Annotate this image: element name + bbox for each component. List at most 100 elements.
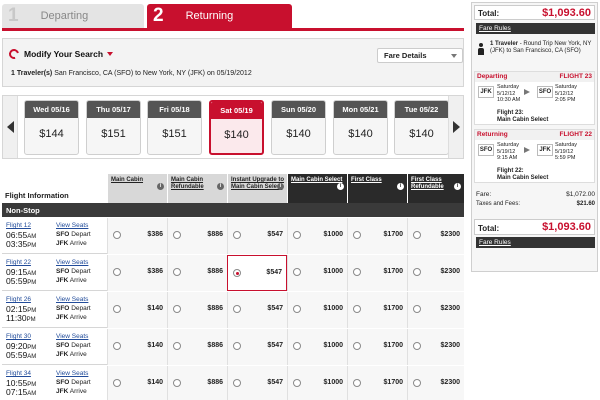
info-icon[interactable]: i [337, 183, 344, 190]
fare-cell[interactable]: $547 [227, 366, 287, 400]
date-option[interactable]: Wed 05/16 $144 [24, 100, 79, 155]
info-icon[interactable]: i [277, 183, 284, 190]
fare-cell[interactable]: $140 [107, 292, 167, 328]
fare-radio[interactable] [173, 268, 181, 276]
fare-radio[interactable] [353, 231, 361, 239]
fare-cell[interactable]: $1000 [287, 366, 347, 400]
fare-cell[interactable]: $386 [107, 255, 167, 291]
fare-column-header[interactable]: First Class i [347, 174, 407, 203]
fare-radio[interactable] [293, 342, 301, 350]
fare-cell[interactable]: $1000 [287, 218, 347, 254]
fare-cell[interactable]: $2300 [407, 329, 464, 365]
fare-radio[interactable] [113, 379, 121, 387]
previous-dates-button[interactable] [3, 96, 18, 158]
airport-code: SFO [56, 268, 70, 275]
view-seats-link[interactable]: View Seats [56, 370, 88, 377]
fare-radio[interactable] [353, 379, 361, 387]
fare-cell[interactable]: $2300 [407, 218, 464, 254]
fare-cell[interactable]: $1000 [287, 329, 347, 365]
fare-column-header[interactable]: Instant Upgrade to Main Cabin Select i [227, 174, 287, 203]
view-seats-link[interactable]: View Seats [56, 222, 88, 229]
fare-details-dropdown[interactable]: Fare Details [377, 48, 463, 63]
fare-radio[interactable] [173, 379, 181, 387]
fare-cell[interactable]: $140 [107, 329, 167, 365]
fare-cell[interactable]: $886 [167, 366, 227, 400]
flight-number-link[interactable]: Flight 30 [6, 333, 31, 340]
fare-radio[interactable] [233, 342, 241, 350]
fare-price: $386 [147, 268, 163, 275]
fare-radio[interactable] [413, 342, 421, 350]
fare-cell[interactable]: $886 [167, 329, 227, 365]
info-icon[interactable]: i [217, 183, 224, 190]
step-returning-tab[interactable]: 2 Returning [147, 4, 292, 28]
date-option[interactable]: Thu 05/17 $151 [86, 100, 141, 155]
fare-cell[interactable]: $886 [167, 292, 227, 328]
date-option[interactable]: Mon 05/21 $140 [333, 100, 388, 155]
fare-radio[interactable] [233, 231, 241, 239]
fare-cell[interactable]: $2300 [407, 366, 464, 400]
fare-column-header[interactable]: Main Cabin Refundable i [167, 174, 227, 203]
fare-radio[interactable] [353, 342, 361, 350]
flight-number-link[interactable]: Flight 22 [6, 259, 31, 266]
fare-radio[interactable] [113, 342, 121, 350]
fare-cell[interactable]: $547 [227, 218, 287, 254]
fare-cell[interactable]: $2300 [407, 255, 464, 291]
fare-cell[interactable]: $886 [167, 218, 227, 254]
fare-radio[interactable] [113, 268, 121, 276]
fare-radio[interactable] [293, 231, 301, 239]
date-option[interactable]: Tue 05/22 $140 [394, 100, 449, 155]
fare-cell[interactable]: $1700 [347, 218, 407, 254]
step-departing-tab[interactable]: 1 Departing [2, 4, 144, 28]
info-icon[interactable]: i [397, 183, 404, 190]
fare-cell[interactable]: $886 [167, 255, 227, 291]
fare-radio[interactable] [173, 342, 181, 350]
fare-radio[interactable] [293, 268, 301, 276]
fare-radio[interactable] [173, 231, 181, 239]
flight-number-link[interactable]: Flight 12 [6, 222, 31, 229]
fare-cell[interactable]: $547 [227, 255, 287, 291]
fare-cell[interactable]: $1700 [347, 255, 407, 291]
fare-column-header[interactable]: Main Cabin Select i [287, 174, 347, 203]
arrow-left-icon [6, 121, 14, 133]
flight-number-link[interactable]: Flight 26 [6, 296, 31, 303]
fare-cell[interactable]: $547 [227, 292, 287, 328]
fare-radio[interactable] [233, 305, 241, 313]
fare-radio[interactable] [233, 269, 241, 277]
view-seats-link[interactable]: View Seats [56, 259, 88, 266]
fare-radio[interactable] [413, 268, 421, 276]
modify-search-button[interactable]: Modify Your Search [7, 47, 114, 61]
fare-cell[interactable]: $1700 [347, 292, 407, 328]
fare-cell[interactable]: $547 [227, 329, 287, 365]
fare-cell[interactable]: $140 [107, 366, 167, 400]
fare-cell[interactable]: $386 [107, 218, 167, 254]
fare-radio[interactable] [233, 379, 241, 387]
fare-cell[interactable]: $2300 [407, 292, 464, 328]
fare-rules-link[interactable]: Fare Rules [476, 237, 595, 248]
next-dates-button[interactable] [448, 96, 463, 158]
fare-radio[interactable] [353, 305, 361, 313]
fare-radio[interactable] [113, 305, 121, 313]
fare-cell[interactable]: $1700 [347, 329, 407, 365]
fare-radio[interactable] [293, 305, 301, 313]
fare-rules-link[interactable]: Fare Rules [476, 23, 595, 34]
fare-radio[interactable] [413, 305, 421, 313]
fare-radio[interactable] [413, 379, 421, 387]
fare-radio[interactable] [173, 305, 181, 313]
view-seats-link[interactable]: View Seats [56, 296, 88, 303]
fare-radio[interactable] [293, 379, 301, 387]
fare-cell[interactable]: $1000 [287, 292, 347, 328]
view-seats-link[interactable]: View Seats [56, 333, 88, 340]
date-option[interactable]: Sat 05/19 $140 [209, 100, 264, 155]
date-option[interactable]: Fri 05/18 $151 [147, 100, 202, 155]
date-option[interactable]: Sun 05/20 $140 [271, 100, 326, 155]
fare-radio[interactable] [413, 231, 421, 239]
fare-cell[interactable]: $1700 [347, 366, 407, 400]
flight-number-link[interactable]: Flight 34 [6, 370, 31, 377]
fare-column-header[interactable]: Main Cabin i [107, 174, 167, 203]
fare-radio[interactable] [113, 231, 121, 239]
fare-column-header[interactable]: First Class Refundable i [407, 174, 464, 203]
info-icon[interactable]: i [157, 183, 164, 190]
info-icon[interactable]: i [454, 183, 461, 190]
fare-cell[interactable]: $1000 [287, 255, 347, 291]
fare-radio[interactable] [353, 268, 361, 276]
